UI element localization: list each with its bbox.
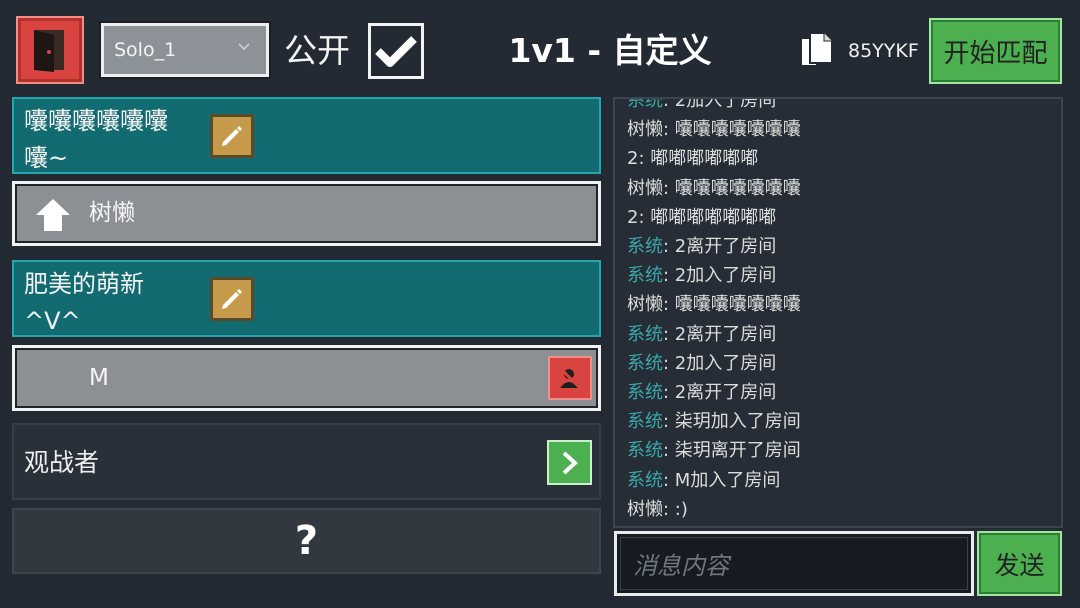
- chat-sender: 系统: [627, 97, 663, 111]
- mode-value: Solo_1: [114, 39, 177, 61]
- pencil-icon: [222, 289, 242, 309]
- chat-message: 树懒: 囔囔囔囔囔囔囔: [627, 174, 801, 203]
- chat-message: 树懒: 囔囔囔囔囔囔囔: [627, 290, 801, 319]
- chat-message: 系统: 2离开了房间: [627, 320, 801, 349]
- player-name: M: [89, 365, 109, 391]
- help-button[interactable]: ?: [12, 508, 601, 574]
- chat-text: : 嘟嘟嘟嘟嘟嘟: [638, 148, 759, 170]
- chat-message: 树懒: 囔囔囔囔囔囔囔: [627, 115, 801, 144]
- home-icon: [36, 199, 70, 231]
- team-name: 肥美的萌新 ^V^: [24, 266, 204, 340]
- edit-team-name-button[interactable]: [210, 114, 254, 158]
- chat-message: 系统: 2加入了房间: [627, 97, 801, 115]
- chat-message: 系统: 2加入了房间: [627, 349, 801, 378]
- room-code: 85YYKF: [848, 40, 919, 62]
- chat-message: 2: 嘟嘟嘟嘟嘟嘟嘟: [627, 203, 801, 232]
- kick-player-button[interactable]: [548, 356, 592, 400]
- page-title: 1v1 - 自定义: [508, 31, 712, 70]
- spectate-button[interactable]: [547, 440, 592, 485]
- player-slot-1[interactable]: 树懒: [12, 181, 601, 246]
- team-slot-2: 肥美的萌新 ^V^: [12, 260, 601, 337]
- chat-message: 系统: 柒玥离开了房间: [627, 436, 801, 465]
- chat-text: : 柒玥加入了房间: [663, 411, 801, 433]
- player-name: 树懒: [89, 200, 135, 226]
- chat-text: : 2加入了房间: [663, 97, 777, 111]
- pencil-icon: [222, 126, 242, 146]
- team-name: 囔囔囔囔囔囔 囔~: [24, 103, 204, 177]
- edit-team-name-button[interactable]: [210, 277, 254, 321]
- message-placeholder: 消息内容: [633, 552, 729, 580]
- chat-sender: 系统: [627, 265, 663, 287]
- chat-sender: 树懒: [627, 119, 663, 141]
- chat-message: 树懒: :): [627, 495, 801, 524]
- chat-message: 2: 嘟嘟嘟嘟嘟嘟: [627, 144, 801, 173]
- chat-message: 系统: 2离开了房间: [627, 378, 801, 407]
- chat-text: : 2离开了房间: [663, 382, 777, 404]
- chat-sender: 树懒: [627, 177, 663, 199]
- chat-text: : 囔囔囔囔囔囔囔: [663, 119, 801, 141]
- chat-log[interactable]: 系统: 2加入了房间 树懒: 囔囔囔囔囔囔囔 2: 嘟嘟嘟嘟嘟嘟 树懒: 囔囔囔囔囔囔…: [613, 97, 1063, 528]
- chat-sender: 系统: [627, 236, 663, 258]
- chat-message: 系统: 2离开了房间: [627, 232, 801, 261]
- chat-message: 系统: 2加入了房间: [627, 261, 801, 290]
- copy-room-code-button[interactable]: [798, 31, 834, 71]
- copy-icon: [802, 32, 833, 65]
- chat-sender: 树懒: [627, 294, 663, 316]
- team-name-line: ^V^: [24, 307, 81, 335]
- chat-sender: 系统: [627, 382, 663, 404]
- team-slot-1: 囔囔囔囔囔囔 囔~: [12, 97, 601, 174]
- mode-dropdown[interactable]: Solo_1: [101, 23, 269, 77]
- team-name-line: 囔~: [24, 144, 69, 172]
- player-slot-2[interactable]: M: [12, 345, 601, 411]
- chat-text: : 2离开了房间: [663, 236, 777, 258]
- start-matching-button[interactable]: 开始匹配: [929, 18, 1062, 84]
- chevron-down-icon: [238, 43, 250, 51]
- exit-room-button[interactable]: [16, 16, 84, 84]
- send-button[interactable]: 发送: [977, 531, 1062, 596]
- chat-message: 系统: 柒玥加入了房间: [627, 407, 801, 436]
- team-name-line: 囔囔囔囔囔囔: [24, 107, 168, 135]
- chat-sender: 系统: [627, 411, 663, 433]
- chevron-right-icon: [562, 451, 578, 474]
- chat-text: : 2加入了房间: [663, 265, 777, 287]
- chat-text: : 柒玥离开了房间: [663, 440, 801, 462]
- remove-user-icon: [559, 367, 581, 389]
- exit-door-icon: [34, 30, 64, 72]
- help-label: ?: [294, 518, 319, 564]
- public-checkbox[interactable]: [368, 23, 424, 79]
- chat-sender: 系统: [627, 469, 663, 491]
- checkmark-icon: [375, 36, 417, 67]
- spectator-row: 观战者: [12, 423, 601, 500]
- chat-sender: 系统: [627, 440, 663, 462]
- chat-messages: 系统: 2加入了房间 树懒: 囔囔囔囔囔囔囔 2: 嘟嘟嘟嘟嘟嘟 树懒: 囔囔囔囔囔囔…: [627, 97, 801, 524]
- chat-sender: 系统: [627, 352, 663, 374]
- chat-text: : :): [663, 498, 688, 520]
- chat-sender: 树懒: [627, 498, 663, 520]
- team-name-line: 肥美的萌新: [24, 270, 144, 298]
- chat-text: : 2加入了房间: [663, 352, 777, 374]
- chat-message: 系统: M加入了房间: [627, 466, 801, 495]
- chat-text: : 嘟嘟嘟嘟嘟嘟嘟: [638, 206, 777, 228]
- chat-sender: 2: [627, 206, 639, 228]
- chat-text: : 2离开了房间: [663, 323, 777, 345]
- spectator-label: 观战者: [24, 448, 100, 477]
- public-label: 公开: [284, 31, 350, 70]
- chat-text: : M加入了房间: [663, 469, 781, 491]
- message-input[interactable]: 消息内容: [614, 531, 974, 596]
- chat-sender: 系统: [627, 323, 663, 345]
- chat-text: : 囔囔囔囔囔囔囔: [663, 294, 801, 316]
- chat-text: : 囔囔囔囔囔囔囔: [663, 177, 801, 199]
- chat-sender: 2: [627, 148, 639, 170]
